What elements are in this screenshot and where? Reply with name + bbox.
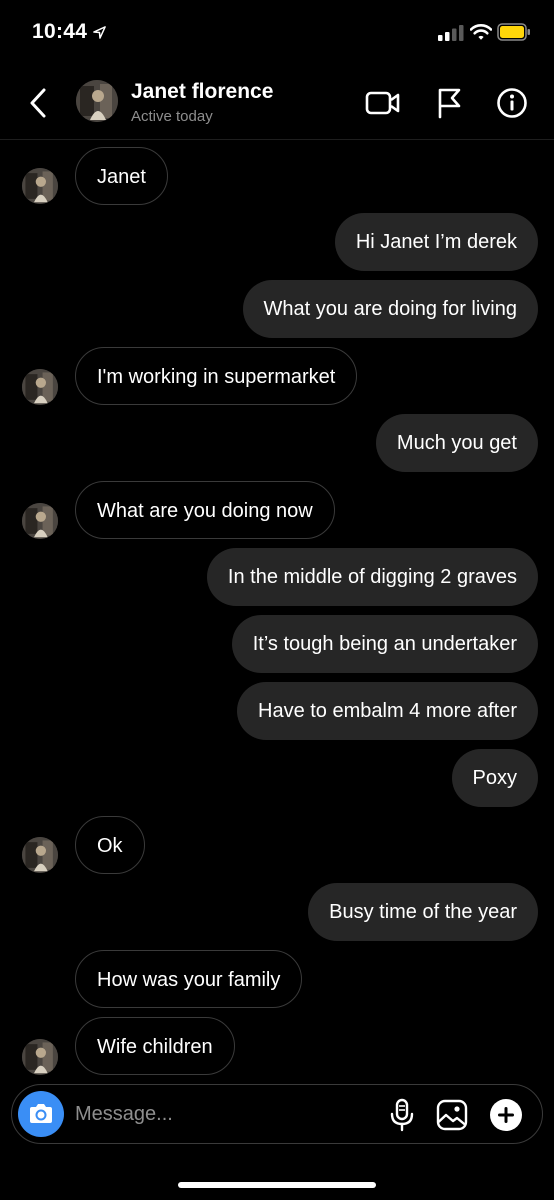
- outgoing-message[interactable]: Poxy: [451, 749, 538, 807]
- plus-circle-icon: [490, 1099, 522, 1131]
- more-options-button[interactable]: [488, 1097, 524, 1133]
- gallery-button[interactable]: [434, 1097, 470, 1133]
- flag-icon: [438, 88, 461, 119]
- outgoing-message[interactable]: What you are doing for living: [242, 280, 538, 338]
- profile-photo: [22, 168, 58, 204]
- battery-icon: [497, 23, 530, 41]
- sender-avatar[interactable]: [22, 837, 58, 873]
- sender-avatar[interactable]: [22, 168, 58, 204]
- microphone-icon: [390, 1098, 414, 1132]
- outgoing-message[interactable]: Have to embalm 4 more after: [237, 682, 538, 740]
- location-arrow-icon: [93, 26, 106, 39]
- outgoing-message[interactable]: Hi Janet I’m derek: [334, 213, 538, 271]
- sender-avatar[interactable]: [22, 369, 58, 405]
- sender-avatar[interactable]: [22, 503, 58, 539]
- incoming-message[interactable]: I'm working in supermarket: [75, 347, 358, 405]
- wifi-icon: [470, 24, 492, 40]
- incoming-message[interactable]: Ok: [75, 816, 145, 874]
- image-gallery-icon: [436, 1099, 468, 1131]
- video-call-button[interactable]: [364, 84, 402, 122]
- incoming-message[interactable]: Wife children: [75, 1017, 235, 1075]
- incoming-message[interactable]: What are you doing now: [75, 481, 335, 539]
- profile-photo: [22, 1039, 58, 1075]
- sender-avatar[interactable]: [22, 1039, 58, 1075]
- camera-button[interactable]: [18, 1091, 64, 1137]
- profile-photo: [76, 80, 118, 122]
- chat-header: Janet florence Active today: [0, 66, 554, 140]
- status-time: 10:44: [32, 20, 88, 43]
- status-bar: 10:44: [0, 0, 554, 66]
- profile-photo: [22, 837, 58, 873]
- profile-photo: [22, 369, 58, 405]
- profile-photo: [22, 503, 58, 539]
- outgoing-message[interactable]: It’s tough being an undertaker: [231, 615, 538, 673]
- message-input[interactable]: [75, 1095, 375, 1133]
- video-camera-icon: [365, 91, 400, 115]
- contact-name[interactable]: Janet florence: [131, 80, 273, 104]
- voice-message-button[interactable]: [384, 1097, 420, 1133]
- info-button[interactable]: [493, 84, 531, 122]
- contact-status: Active today: [131, 108, 213, 125]
- back-button[interactable]: [24, 86, 52, 120]
- message-thread[interactable]: Janet Hi Janet I’m derek What you are do…: [0, 140, 554, 1085]
- message-composer: [11, 1084, 543, 1144]
- info-icon: [497, 88, 527, 118]
- camera-icon: [30, 1104, 52, 1123]
- cellular-signal-icon: [438, 25, 464, 41]
- contact-avatar[interactable]: [76, 80, 118, 122]
- chevron-left-icon: [30, 88, 46, 118]
- incoming-message[interactable]: How was your family: [75, 950, 303, 1008]
- incoming-message[interactable]: Janet: [75, 147, 168, 205]
- outgoing-message[interactable]: Busy time of the year: [308, 883, 538, 941]
- report-button[interactable]: [430, 84, 468, 122]
- home-indicator[interactable]: [178, 1182, 376, 1188]
- outgoing-message[interactable]: Much you get: [375, 414, 538, 472]
- outgoing-message[interactable]: In the middle of digging 2 graves: [206, 548, 538, 606]
- chat-screen: 10:44 Janet florence Active today Janet …: [0, 0, 554, 1200]
